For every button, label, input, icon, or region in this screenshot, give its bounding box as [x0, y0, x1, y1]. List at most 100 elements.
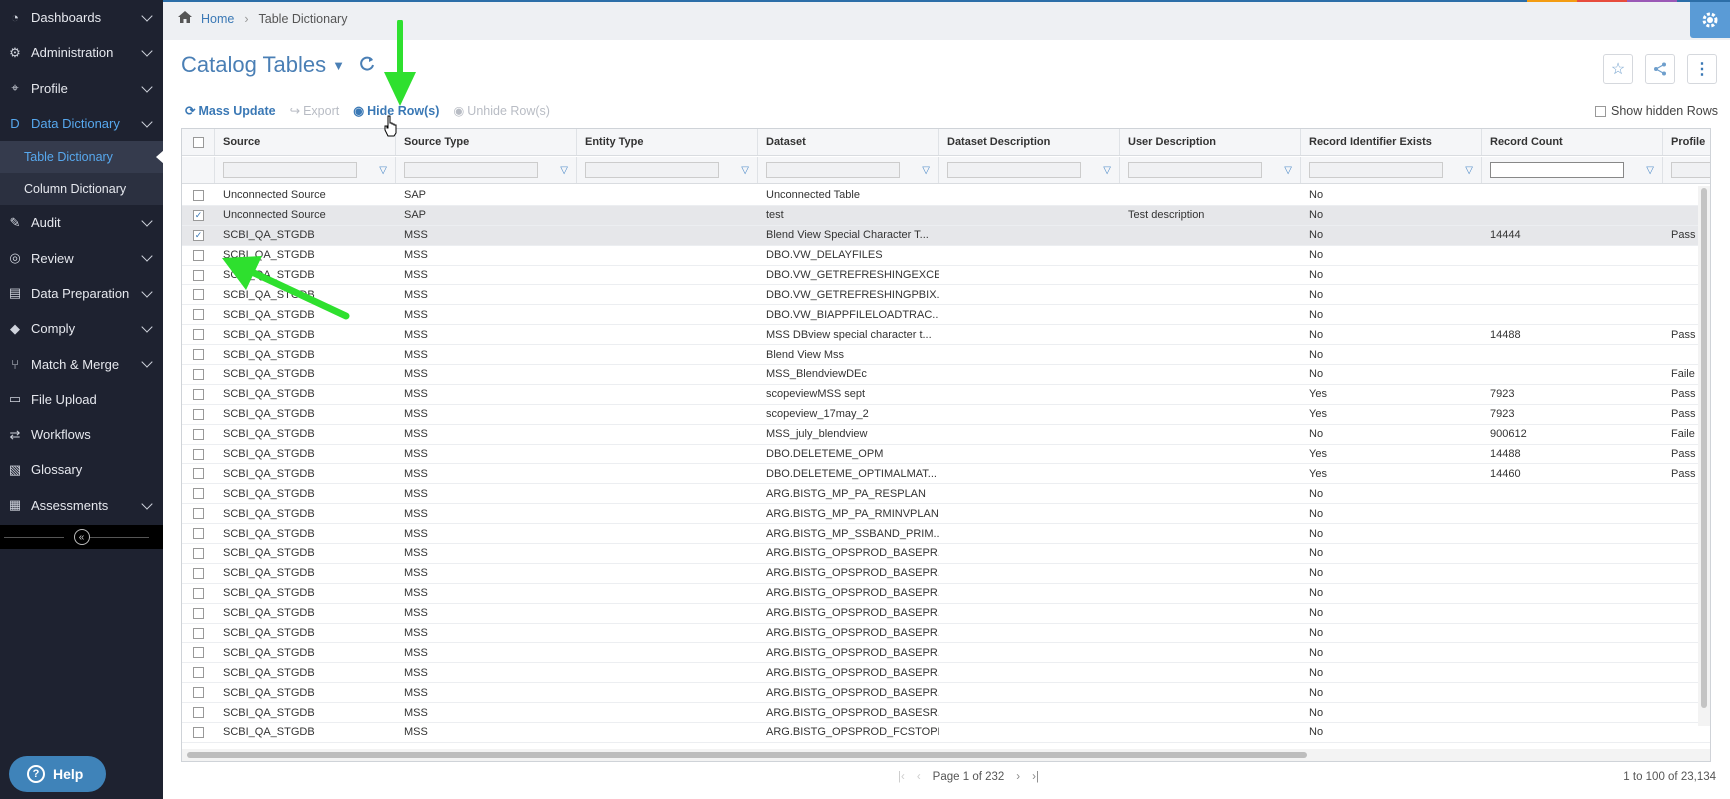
row-select-cell[interactable]: [182, 643, 215, 662]
table-row[interactable]: SCBI_QA_STGDB MSS ARG.BISTG_OPSPROD_BASEPR…: [182, 663, 1710, 684]
filter-icon[interactable]: ▽: [1103, 165, 1111, 176]
table-row[interactable]: SCBI_QA_STGDB MSS ARG.BISTG_OPSPROD_BASEPR…: [182, 683, 1710, 704]
breadcrumb-home-link[interactable]: Home: [201, 12, 234, 26]
table-row[interactable]: SCBI_QA_STGDB MSS DBO.VW_BIAPPFILELOADTRAC…: [182, 305, 1710, 326]
row-checkbox[interactable]: [193, 567, 204, 579]
row-select-cell[interactable]: [182, 345, 215, 364]
filter-icon[interactable]: ▽: [922, 165, 930, 176]
row-select-cell[interactable]: [182, 305, 215, 324]
row-select-cell[interactable]: [182, 564, 215, 583]
vertical-scrollbar[interactable]: [1698, 186, 1710, 726]
row-checkbox[interactable]: [193, 368, 204, 380]
row-select-cell[interactable]: [182, 544, 215, 563]
table-row[interactable]: SCBI_QA_STGDB MSS ARG.BISTG_OPSPROD_BASESR…: [182, 703, 1710, 724]
favorite-button[interactable]: ☆: [1603, 54, 1633, 84]
row-select-cell[interactable]: [182, 604, 215, 623]
sidebar-item-workflows[interactable]: ⇄ Workflows: [0, 417, 163, 452]
row-checkbox[interactable]: [193, 249, 204, 261]
row-checkbox[interactable]: ✓: [193, 209, 204, 221]
row-checkbox[interactable]: [193, 627, 204, 639]
sidebar-item-glossary[interactable]: ▧ Glossary: [0, 452, 163, 487]
sidebar-item-data-preparation[interactable]: ▤ Data Preparation: [0, 276, 163, 311]
table-row[interactable]: SCBI_QA_STGDB MSS ARG.BISTG_OPSPROD_BASEPR…: [182, 643, 1710, 664]
filter-icon[interactable]: ▽: [379, 165, 387, 176]
sidebar-item-match-merge[interactable]: ⑂ Match & Merge: [0, 346, 163, 381]
unhide-rows-button[interactable]: ◉ Unhide Row(s): [453, 103, 550, 119]
filter-icon[interactable]: ▽: [560, 165, 568, 176]
table-row[interactable]: Unconnected Source SAP Unconnected Table No: [182, 186, 1710, 206]
table-row[interactable]: SCBI_QA_STGDB MSS DBO.DELETEME_OPM Yes 14488…: [182, 445, 1710, 465]
row-checkbox[interactable]: [193, 448, 204, 460]
filter-input[interactable]: [404, 162, 538, 178]
table-row[interactable]: ✓ Unconnected Source SAP test Test descripti…: [182, 205, 1710, 226]
row-select-cell[interactable]: [182, 425, 215, 444]
row-select-cell[interactable]: [182, 285, 215, 304]
table-row[interactable]: SCBI_QA_STGDB MSS DBO.VW_DELAYFILES No: [182, 246, 1710, 266]
share-button[interactable]: [1645, 54, 1675, 84]
collapse-sidebar-button[interactable]: «: [73, 529, 90, 545]
row-select-cell[interactable]: [182, 445, 215, 464]
row-checkbox[interactable]: [193, 687, 204, 699]
column-header[interactable]: Source: [215, 129, 396, 155]
row-checkbox[interactable]: [193, 707, 204, 719]
sidebar-item-review[interactable]: ◎ Review: [0, 240, 163, 275]
help-button[interactable]: ? Help: [9, 756, 106, 792]
table-row[interactable]: SCBI_QA_STGDB MSS ARG.BISTG_MP_PA_RESPLAN N…: [182, 484, 1710, 505]
table-row[interactable]: SCBI_QA_STGDB MSS MSS DBview special chara…: [182, 325, 1710, 346]
row-select-cell[interactable]: [182, 266, 215, 285]
row-checkbox[interactable]: [193, 508, 204, 520]
hide-rows-button[interactable]: ◉ Hide Row(s): [353, 103, 439, 119]
row-select-cell[interactable]: [182, 325, 215, 344]
row-checkbox[interactable]: [193, 189, 204, 201]
mass-update-button[interactable]: ⟳ Mass Update: [185, 103, 276, 119]
first-page-button[interactable]: |‹: [898, 771, 905, 783]
sidebar-item-data-dictionary[interactable]: D Data Dictionary: [0, 106, 163, 141]
column-header[interactable]: Dataset Description: [939, 129, 1120, 155]
table-row[interactable]: SCBI_QA_STGDB MSS ARG.BISTG_OPSPROD_BASEPR…: [182, 604, 1710, 624]
sidebar-item-assessments[interactable]: ▦ Assessments: [0, 488, 163, 523]
column-header[interactable]: Source Type: [396, 129, 577, 155]
row-select-cell[interactable]: [182, 584, 215, 603]
home-icon[interactable]: [178, 11, 192, 26]
table-row[interactable]: SCBI_QA_STGDB MSS ARG.BISTG_OPSPROD_FCSTOP…: [182, 723, 1710, 743]
row-select-cell[interactable]: [182, 464, 215, 483]
table-row[interactable]: SCBI_QA_STGDB MSS ARG.BISTG_OPSPROD_BASEPR…: [182, 584, 1710, 604]
table-row[interactable]: SCBI_QA_STGDB MSS ARG.BISTG_MP_PA_RMINVPLA…: [182, 504, 1710, 525]
filter-icon[interactable]: ▽: [1284, 165, 1292, 176]
row-select-cell[interactable]: ✓: [182, 226, 215, 245]
filter-input[interactable]: [1309, 162, 1443, 178]
filter-input[interactable]: [585, 162, 719, 178]
filter-input[interactable]: [1128, 162, 1262, 178]
table-row[interactable]: SCBI_QA_STGDB MSS scopeview_17may_2 Yes 7923…: [182, 405, 1710, 425]
select-all-checkbox[interactable]: [192, 136, 204, 148]
table-row[interactable]: SCBI_QA_STGDB MSS Blend View Mss No: [182, 345, 1710, 366]
row-select-cell[interactable]: [182, 663, 215, 682]
prev-page-button[interactable]: ‹: [917, 771, 921, 783]
table-row[interactable]: SCBI_QA_STGDB MSS MSS_BlendviewDEc No Faile: [182, 365, 1710, 385]
filter-input[interactable]: [766, 162, 900, 178]
row-checkbox[interactable]: [193, 488, 204, 500]
row-checkbox[interactable]: [193, 309, 204, 321]
row-checkbox[interactable]: [193, 269, 204, 281]
sidebar-item-dashboards[interactable]: ◔ Dashboards: [0, 0, 163, 35]
row-select-cell[interactable]: [182, 365, 215, 384]
row-checkbox[interactable]: [193, 388, 204, 400]
show-hidden-rows-toggle[interactable]: Show hidden Rows: [1594, 104, 1718, 118]
row-checkbox[interactable]: [193, 349, 204, 361]
export-button[interactable]: ↪ Export: [290, 103, 340, 119]
row-select-cell[interactable]: [182, 703, 215, 722]
subnav-item-column-dictionary[interactable]: Column Dictionary: [0, 173, 163, 205]
row-select-cell[interactable]: [182, 683, 215, 702]
row-checkbox[interactable]: [193, 428, 204, 440]
row-select-cell[interactable]: [182, 723, 215, 742]
sidebar-item-administration[interactable]: ⚙ Administration: [0, 35, 163, 70]
row-checkbox[interactable]: [193, 647, 204, 659]
page-title[interactable]: Catalog Tables ▼: [181, 52, 375, 78]
sidebar-item-file-upload[interactable]: ▭ File Upload: [0, 382, 163, 417]
column-header[interactable]: Record Identifier Exists: [1301, 129, 1482, 155]
show-hidden-checkbox[interactable]: [1594, 105, 1606, 117]
horizontal-scrollbar[interactable]: [182, 749, 1710, 761]
row-select-cell[interactable]: [182, 524, 215, 543]
row-select-cell[interactable]: [182, 624, 215, 643]
table-row[interactable]: SCBI_QA_STGDB MSS scopeviewMSS sept Yes 7923…: [182, 385, 1710, 405]
